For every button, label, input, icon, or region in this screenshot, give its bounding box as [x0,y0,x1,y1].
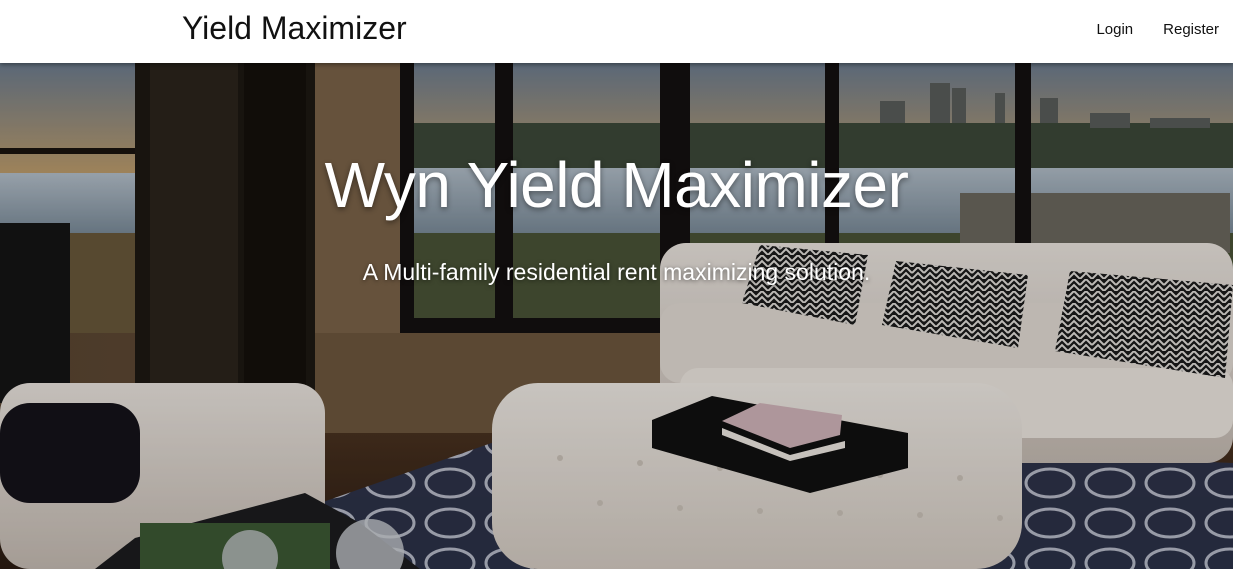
hero-subtitle: A Multi-family residential rent maximizi… [362,259,871,285]
register-link[interactable]: Register [1163,21,1219,38]
nav-links: Login Register [1096,21,1219,38]
hero-title: Wyn Yield Maximizer [324,149,909,221]
hero-text-container: Wyn Yield Maximizer A Multi-family resid… [0,63,1233,569]
hero-section: Wyn Yield Maximizer A Multi-family resid… [0,63,1233,569]
top-navbar: Yield Maximizer Login Register [0,0,1233,63]
login-link[interactable]: Login [1096,21,1133,38]
brand-link[interactable]: Yield Maximizer [182,10,407,47]
